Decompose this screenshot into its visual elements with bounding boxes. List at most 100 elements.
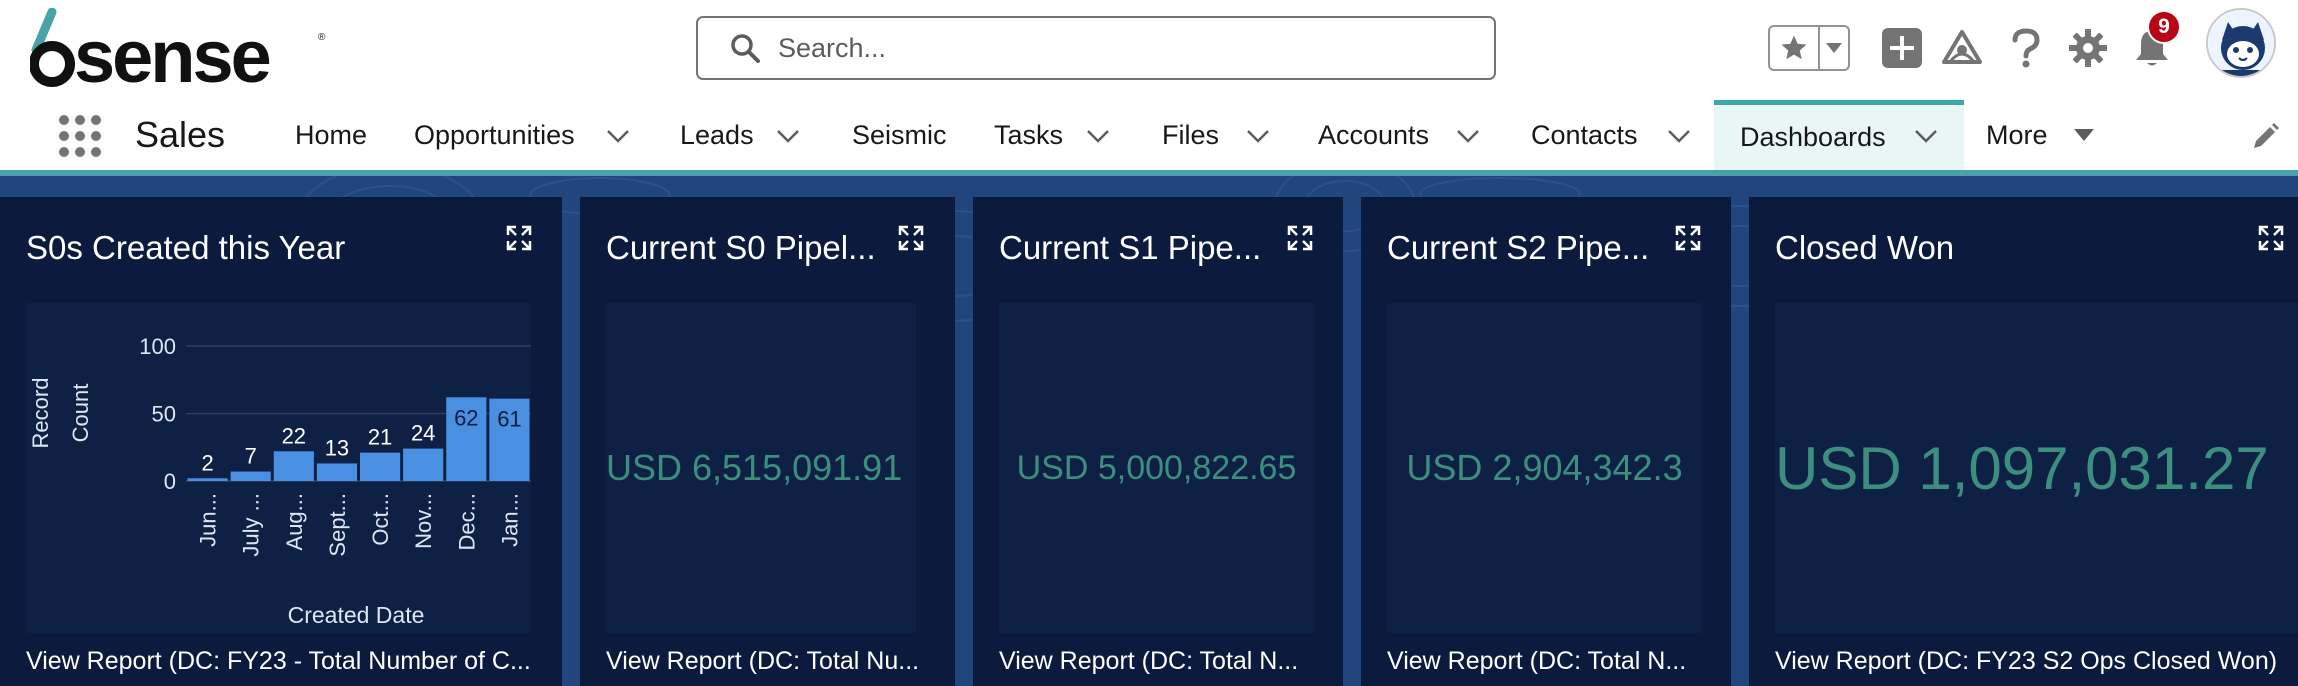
card-title: Current S0 Pipel... [606,229,876,266]
global-search[interactable] [696,16,1496,80]
y-tick-label: 0 [164,469,176,494]
chevron-down-icon[interactable] [606,129,630,143]
nav-more-menu[interactable]: More [1986,100,2106,170]
6sense-logo[interactable]: sense ® [30,8,330,88]
x-tick-label: Sept... [325,493,350,557]
dashboard-card-s0-pipeline: Current S0 Pipel... USD 6,515,091.91 Vie… [580,197,955,686]
metric-value: USD 5,000,822.65 [1016,448,1297,487]
app-nav-bar: Sales Home Opportunities Leads Seismic T… [0,100,2298,170]
nav-tab-tasks[interactable]: Tasks [994,100,1124,170]
view-report-link[interactable]: View Report (DC: Total N... [999,647,1309,676]
trailhead-icon [1942,30,1982,64]
bar-data-label: 21 [368,425,392,450]
favorites-menu-button[interactable] [1820,27,1848,69]
expand-icon[interactable] [1287,225,1313,251]
nav-tab-contacts[interactable]: Contacts [1531,100,1701,170]
nav-tab-label: Files [1162,119,1220,150]
astro-avatar-icon [2208,10,2274,76]
bar-data-label: 22 [282,423,306,448]
chevron-down-icon[interactable] [1086,129,1110,143]
nav-tab-label: Seismic [852,119,947,150]
x-tick-label: Jan... [497,493,522,547]
x-tick-label: Nov... [411,493,436,549]
nav-tab-seismic[interactable]: Seismic [852,100,947,170]
bar-data-label: 61 [497,407,521,432]
bar[interactable] [187,478,228,481]
search-icon [731,34,760,63]
expand-icon[interactable] [1675,225,1701,251]
nav-tab-label: Tasks [994,119,1064,150]
bar[interactable] [230,471,271,481]
favorites-button[interactable] [1770,27,1820,69]
chart-area[interactable]: 2 7 22 13 21 24 62 61 0 50 100 Jun... July ... Aug.… [26,303,531,633]
favorites-group [1768,25,1850,71]
metric-value: USD 2,904,342.3 [1406,447,1683,488]
metric-area[interactable]: USD 5,000,822.65 [999,303,1314,633]
nav-tab-home[interactable]: Home [295,100,367,170]
expand-icon[interactable] [2258,225,2284,251]
chevron-down-icon[interactable] [1246,129,1270,143]
help-button[interactable] [2002,24,2050,72]
metric-area[interactable]: USD 1,097,031.27 [1775,303,2298,633]
x-tick-label: July ... [239,493,264,557]
bar[interactable] [360,452,401,481]
dashboard-card-closed-won: Closed Won USD 1,097,031.27 View Report … [1749,197,2298,686]
x-tick-label: Dec... [454,493,479,550]
help-icon [2012,28,2040,68]
dashboard-card-s1-pipeline: Current S1 Pipe... USD 5,000,822.65 View… [973,197,1343,686]
add-icon [1882,28,1922,68]
metric-area[interactable]: USD 2,904,342.3 [1387,303,1702,633]
view-report-link[interactable]: View Report (DC: FY23 S2 Ops Closed Won) [1775,647,2298,676]
nav-tab-leads[interactable]: Leads [680,100,810,170]
star-icon [1781,35,1807,60]
app-name: Sales [135,114,226,155]
expand-icon[interactable] [506,225,532,251]
bar-data-label: 7 [245,444,257,469]
svg-text:sense: sense [74,15,270,88]
global-actions-button[interactable] [1878,24,1926,72]
nav-tab-opportunities[interactable]: Opportunities [414,100,634,170]
nav-tab-accounts[interactable]: Accounts [1318,100,1488,170]
view-report-link[interactable]: View Report (DC: FY23 - Total Number of … [26,647,531,676]
dashboard-card-s2-pipeline: Current S2 Pipe... USD 2,904,342.3 View … [1361,197,1731,686]
metric-area[interactable]: USD 6,515,091.91 [606,303,916,633]
expand-icon[interactable] [898,225,924,251]
bar[interactable] [273,451,314,481]
card-title: Current S1 Pipe... [999,229,1262,266]
card-title: Closed Won [1775,229,1955,266]
nav-tab-label: Home [295,119,368,150]
x-axis-label: Created Date [288,602,425,628]
view-report-link[interactable]: View Report (DC: Total N... [1387,647,1697,676]
caret-down-icon [1826,43,1842,53]
view-report-link[interactable]: View Report (DC: Total Nu... [606,647,926,676]
s0s-bar-chart[interactable]: 2 7 22 13 21 24 62 61 0 50 100 Jun... July ... Aug.… [26,303,531,633]
chart-y-ticks: 0 50 100 [139,334,176,494]
y-axis-label-line1: Record [28,378,53,449]
bar[interactable] [316,463,357,481]
chevron-down-icon[interactable] [1667,129,1691,143]
nav-tab-label: More [1986,119,2048,150]
edit-nav-icon[interactable] [2250,122,2280,152]
chevron-down-icon[interactable] [1914,129,1938,143]
y-axis-label-line2: Count [68,384,93,443]
chevron-down-icon[interactable] [1456,129,1480,143]
x-tick-label: Oct... [368,493,393,546]
y-tick-label: 50 [152,402,176,427]
bar-data-label: 24 [411,421,435,446]
app-launcher-icon[interactable] [58,114,102,158]
card-title: Current S2 Pipe... [1387,229,1650,266]
bar-data-label: 62 [454,405,478,430]
nav-tab-label: Contacts [1531,119,1638,150]
bar[interactable] [403,448,444,481]
global-header: sense ® Search... 9 [0,0,2298,100]
nav-tab-label: Leads [680,119,754,150]
search-input[interactable] [778,32,1458,64]
nav-tab-dashboards[interactable]: Dashboards [1714,100,1964,170]
setup-button[interactable] [2064,24,2112,72]
chevron-down-icon[interactable] [776,129,800,143]
nav-tab-files[interactable]: Files [1162,100,1282,170]
x-tick-label: Jun... [196,493,221,547]
user-avatar[interactable] [2206,8,2276,78]
trailhead-button[interactable] [1938,24,1986,72]
nav-tab-label: Accounts [1318,119,1430,150]
